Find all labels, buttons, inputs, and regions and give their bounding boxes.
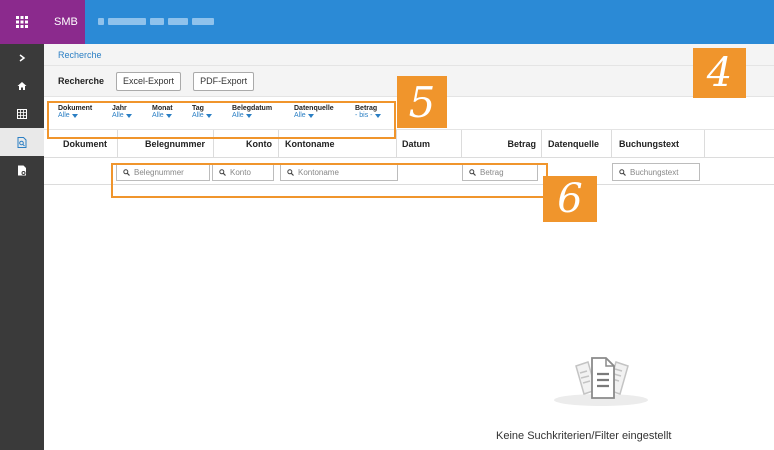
empty-state: Keine Suchkriterien/Filter eingestellt xyxy=(44,326,774,450)
top-bar: SMB xyxy=(0,0,774,44)
home-icon xyxy=(17,82,27,90)
column-header-datum[interactable]: Datum xyxy=(397,130,462,158)
tenant-name-redacted xyxy=(98,16,214,27)
column-header-datenquelle[interactable]: Datenquelle xyxy=(542,130,612,158)
breadcrumb-item-recherche[interactable]: Recherche xyxy=(58,50,102,60)
search-placeholder: Buchungstext xyxy=(630,167,679,177)
sidebar-item-home[interactable] xyxy=(0,72,44,100)
documents-icon xyxy=(575,357,629,399)
sidebar-item-documents[interactable] xyxy=(0,156,44,184)
callout-box-search xyxy=(111,163,548,198)
apps-grid-button[interactable] xyxy=(0,0,44,44)
page-title: Recherche xyxy=(58,76,105,86)
column-header-betrag[interactable]: Betrag xyxy=(462,130,542,158)
callout-number-5: 5 xyxy=(397,76,447,128)
sidebar xyxy=(0,44,44,450)
callout-number-6: 6 xyxy=(543,176,597,222)
sidebar-item-table[interactable] xyxy=(0,100,44,128)
brand-label: SMB xyxy=(44,0,85,44)
document-settings-icon xyxy=(18,165,26,175)
empty-state-message: Keine Suchkriterien/Filter eingestellt xyxy=(496,430,672,442)
chevron-right-icon xyxy=(19,54,26,62)
sidebar-item-recherche[interactable] xyxy=(0,128,44,156)
callout-number-4: 4 xyxy=(693,48,746,98)
breadcrumb: Recherche xyxy=(44,44,774,66)
search-document-icon xyxy=(17,136,27,148)
table-icon xyxy=(17,109,27,119)
search-icon xyxy=(619,168,626,176)
sidebar-expand-button[interactable] xyxy=(0,44,44,72)
buchungstext-search-input[interactable]: Buchungstext xyxy=(612,163,700,181)
callout-box-filters xyxy=(47,101,396,139)
excel-export-button[interactable]: Excel-Export xyxy=(116,71,182,91)
pdf-export-button[interactable]: PDF-Export xyxy=(193,71,255,91)
apps-grid-icon xyxy=(16,16,28,28)
app-window: SMB Recherche Recherche Excel-Export PDF… xyxy=(0,0,774,450)
column-header-buchungstext[interactable]: Buchungstext xyxy=(612,130,705,158)
